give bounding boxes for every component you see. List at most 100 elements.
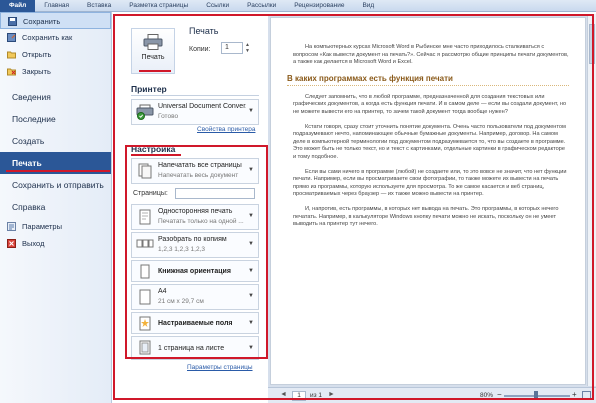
- nav-save-as[interactable]: Сохранить как: [0, 29, 111, 46]
- chevron-down-icon: ▼: [248, 320, 254, 326]
- collate-sub: 1,2,3 1,2,3 1,2,3: [158, 246, 205, 253]
- collate-icon: [136, 239, 154, 248]
- zoom-to-page-icon[interactable]: [582, 391, 591, 400]
- margins-label: Настраиваемые поля: [158, 320, 233, 327]
- tab-home[interactable]: Главная: [35, 2, 78, 9]
- tab-page-layout[interactable]: Разметка страницы: [120, 2, 197, 9]
- pages-icon: [138, 163, 152, 179]
- tab-view[interactable]: Вид: [353, 2, 383, 9]
- nav-recent[interactable]: Последние: [0, 108, 111, 130]
- nav-save[interactable]: Сохранить: [0, 12, 111, 29]
- portrait-orientation-icon: [140, 264, 150, 279]
- pages-per-sheet-label: 1 страница на листе: [158, 345, 225, 352]
- margins-dropdown[interactable]: Настраиваемые поля ▼: [131, 312, 259, 334]
- tab-file[interactable]: Файл: [0, 0, 36, 12]
- nav-open[interactable]: Открыть: [0, 46, 111, 63]
- next-page-icon[interactable]: ►: [328, 391, 335, 398]
- chevron-down-icon: ▼: [248, 241, 254, 247]
- printer-dropdown[interactable]: Universal Document Conver... Готово ▼: [131, 99, 259, 125]
- preview-status-bar: ◄ 1 из 1 ► 80% − +: [268, 387, 596, 403]
- chevron-down-icon: ▼: [248, 167, 254, 173]
- one-sided-icon: [139, 209, 151, 225]
- pages-per-sheet-dropdown[interactable]: 1 страница на листе ▼: [131, 336, 259, 360]
- nav-open-label: Открыть: [22, 50, 52, 59]
- print-button-label: Печать: [141, 54, 165, 61]
- nav-options[interactable]: Параметры: [0, 218, 111, 235]
- chevron-down-icon: ▼: [248, 108, 254, 114]
- print-title: Печать: [189, 26, 219, 36]
- ribbon-tabs: Файл Главная Вставка Разметка страницы С…: [0, 0, 596, 12]
- pages-label: Страницы:: [133, 190, 168, 197]
- printer-properties-link[interactable]: Свойства принтера: [197, 126, 255, 133]
- nav-new[interactable]: Создать: [0, 130, 111, 152]
- collate-label: Разобрать по копиям: [158, 236, 227, 243]
- paper-size-icon: [139, 289, 151, 305]
- nav-help[interactable]: Справка: [0, 196, 111, 218]
- print-button[interactable]: Печать: [131, 28, 175, 74]
- tab-insert[interactable]: Вставка: [78, 2, 120, 9]
- preview-paragraph: На компьютерных курсах Microsoft Word в …: [293, 44, 569, 66]
- sides-dropdown[interactable]: Односторонняя печать Печатать только на …: [131, 204, 259, 230]
- zoom-level: 80%: [480, 392, 494, 399]
- nav-exit[interactable]: Выход: [0, 235, 111, 252]
- page-setup-link[interactable]: Параметры страницы: [187, 364, 253, 371]
- scrollbar-thumb[interactable]: [589, 24, 595, 64]
- zoom-slider-knob[interactable]: [534, 391, 538, 400]
- margins-icon: [139, 316, 151, 331]
- pages-input[interactable]: [175, 188, 255, 199]
- preview-paragraph: Если вы сами ничего в программе (любой) …: [293, 168, 567, 198]
- print-settings-panel: Печать Печать Копии: 1 ▲ ▼ Принтер Univer…: [125, 20, 265, 400]
- paper-size-label: A4: [158, 288, 167, 295]
- print-preview: На компьютерных курсах Microsoft Word в …: [268, 14, 596, 403]
- nav-info[interactable]: Сведения: [0, 86, 111, 108]
- preview-paragraph: И, напротив, есть программы, в которых н…: [293, 205, 559, 228]
- chevron-down-icon: ▼: [248, 345, 254, 351]
- current-page-input[interactable]: 1: [292, 391, 306, 401]
- preview-page: На компьютерных курсах Microsoft Word в …: [270, 17, 586, 385]
- sides-sub: Печатать только на одной ...: [158, 218, 244, 225]
- nav-close[interactable]: Закрыть: [0, 63, 111, 80]
- nav-save-label: Сохранить: [23, 17, 61, 26]
- preview-heading: В каких программах есть функция печати: [287, 74, 569, 86]
- tab-references[interactable]: Ссылки: [197, 2, 238, 9]
- orientation-label: Книжная ориентация: [158, 268, 231, 275]
- zoom-in-icon[interactable]: +: [572, 390, 577, 399]
- orientation-dropdown[interactable]: Книжная ориентация ▼: [131, 260, 259, 282]
- preview-paragraph: Кстати говоря, сразу стоит уточнить поня…: [293, 123, 566, 160]
- nav-save-as-label: Сохранить как: [22, 33, 73, 42]
- printer-icon: [136, 104, 154, 120]
- prev-page-icon[interactable]: ◄: [280, 391, 287, 398]
- settings-heading: Настройка: [131, 144, 176, 154]
- copies-input[interactable]: 1: [221, 42, 243, 54]
- printer-heading: Принтер: [131, 84, 167, 94]
- print-range-label: Напечатать все страницы: [158, 162, 242, 169]
- exit-icon: [7, 239, 16, 248]
- chevron-down-icon: ▼: [248, 293, 254, 299]
- collate-dropdown[interactable]: Разобрать по копиям 1,2,3 1,2,3 1,2,3 ▼: [131, 232, 259, 258]
- paper-size-sub: 21 см x 29,7 см: [158, 298, 204, 305]
- annotation-underline-settings: [131, 154, 181, 156]
- copies-spinner[interactable]: ▲ ▼: [245, 42, 250, 54]
- printer-icon: [143, 34, 163, 50]
- pages-per-sheet-icon: [139, 340, 151, 355]
- print-range-sub: Напечатать весь документ: [158, 172, 239, 179]
- tab-file-label: Файл: [9, 1, 27, 9]
- copies-label: Копии:: [189, 46, 211, 53]
- sides-label: Односторонняя печать: [158, 208, 233, 215]
- printer-status: Готово: [158, 113, 179, 120]
- tab-review[interactable]: Рецензирование: [285, 2, 353, 9]
- tab-mailings[interactable]: Рассылки: [238, 2, 285, 9]
- chevron-down-icon: ▼: [248, 268, 254, 274]
- nav-options-label: Параметры: [22, 222, 62, 231]
- print-range-dropdown[interactable]: Напечатать все страницы Напечатать весь …: [131, 158, 259, 184]
- nav-save-send[interactable]: Сохранить и отправить: [0, 174, 111, 196]
- preview-scrollbar[interactable]: [587, 14, 596, 386]
- paper-size-dropdown[interactable]: A4 21 см x 29,7 см ▼: [131, 284, 259, 310]
- zoom-out-icon[interactable]: −: [497, 390, 502, 399]
- save-as-icon: [7, 33, 16, 42]
- nav-exit-label: Выход: [22, 239, 45, 248]
- printer-name: Universal Document Conver...: [158, 103, 246, 110]
- backstage-nav: Сохранить Сохранить как Открыть Закрыть …: [0, 12, 112, 403]
- annotation-underline-nav-print: [6, 170, 110, 172]
- preview-paragraph: Следует запомнить, что в любой программе…: [293, 93, 567, 115]
